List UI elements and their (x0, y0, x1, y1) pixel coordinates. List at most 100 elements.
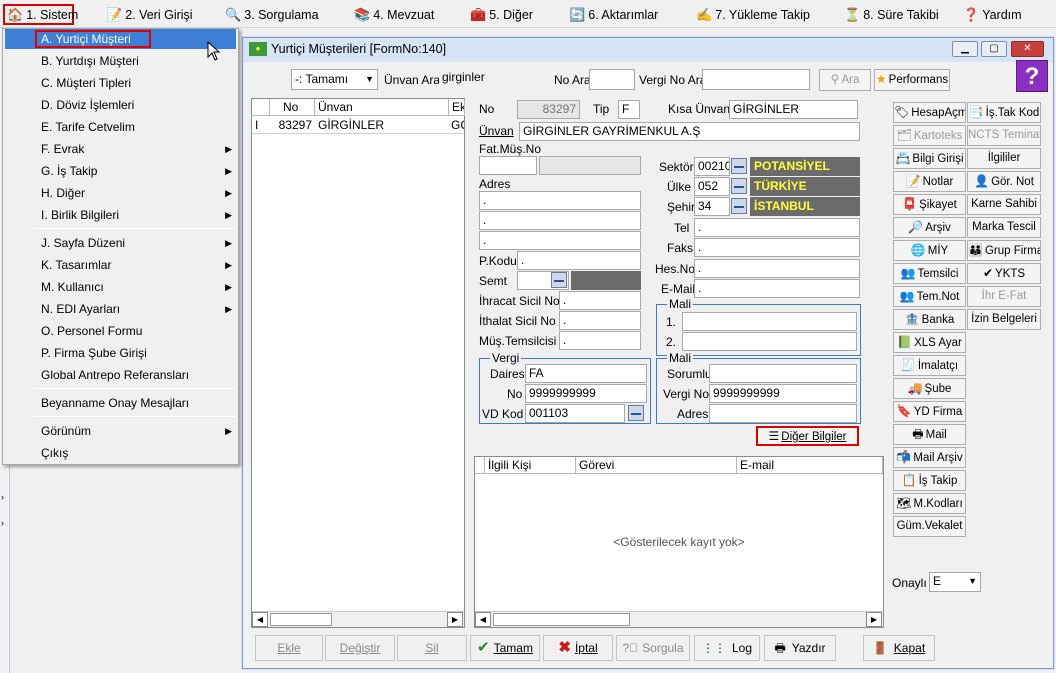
side-button-banka[interactable]: 🏦 Banka (893, 309, 966, 330)
scroll-thumb[interactable] (270, 613, 332, 626)
menu-item-sayfa-duzeni[interactable]: J. Sayfa Düzeni ▶ (5, 233, 236, 253)
menu-aktarimlar[interactable]: 🔄 6. Aktarımlar (569, 4, 658, 25)
menu-sure-takibi[interactable]: ⏳ 8. Süre Takibi (844, 4, 939, 25)
add-button[interactable]: Ekle (255, 635, 323, 661)
scroll-left-icon[interactable]: ◀ (475, 612, 491, 627)
maximize-button[interactable]: ▢ (981, 41, 1007, 57)
tax-no-field[interactable]: 9999999999 (525, 384, 647, 403)
side-button-şube[interactable]: 🚚 Şube (893, 378, 966, 399)
side-button-güm-vekalet[interactable]: Güm.Vekalet (893, 516, 966, 537)
menu-item-yurtdisi-musteri[interactable]: B. Yurtdışı Müşteri (5, 51, 236, 71)
edit-button[interactable]: Değiştir (325, 635, 395, 661)
cancel-button[interactable]: ✖ İptal (543, 635, 613, 661)
search-button[interactable]: ⚲ Ara (819, 69, 871, 91)
log-button[interactable]: ⋮⋮ Log (694, 635, 760, 661)
menu-item-kullanici[interactable]: M. Kullanıcı ▶ (5, 277, 236, 297)
mali-line-1-field[interactable] (682, 312, 857, 331)
title-field[interactable]: GİRGİNLER GAYRİMENKUL A.Ş (519, 122, 860, 141)
side-button-temsilci[interactable]: 👥 Temsilci (893, 263, 966, 284)
list-header-no[interactable]: No (270, 99, 315, 116)
no-search-input[interactable] (589, 69, 635, 90)
menu-item-gorunum[interactable]: Görünüm ▶ (5, 421, 236, 441)
side-button-i-malatçı[interactable]: 🧾 İmalatçı (893, 355, 966, 376)
side-button-arşiv[interactable]: 🔎 Arşiv (893, 217, 966, 238)
close-window-button[interactable]: ✕ (1011, 41, 1044, 57)
help-question-icon[interactable]: ? (1016, 60, 1048, 92)
side-button-i-ş-tak-kod[interactable]: 📑 İş.Tak Kod (967, 102, 1041, 123)
side-button-mi-y[interactable]: 🌐 MİY (893, 240, 966, 261)
other-info-button[interactable]: ☰ Diğer Bilgiler (756, 426, 859, 446)
fax-field[interactable]: . (694, 238, 860, 257)
name-search-input[interactable]: girginler (439, 69, 547, 90)
side-button-marka-tescil[interactable]: Marka Tescil (967, 217, 1041, 238)
side-button-xls-ayar[interactable]: 📗 XLS Ayar (893, 332, 966, 353)
menu-mevzuat[interactable]: 📚 4. Mevzuat (354, 4, 434, 25)
address-line-3[interactable]: . (479, 231, 641, 250)
menu-item-doviz-islemleri[interactable]: D. Döviz İşlemleri (5, 95, 236, 115)
menu-item-is-takip[interactable]: G. İş Takip ▶ (5, 161, 236, 181)
menu-yukleme-takip[interactable]: ✍ 7. Yükleme Takip (696, 4, 810, 25)
side-button-karne-sahibi[interactable]: Karne Sahibi (967, 194, 1041, 215)
side-button-yd-firma[interactable]: 🔖 YD Firma (893, 401, 966, 422)
contacts-hscrollbar[interactable]: ◀ ▶ (475, 611, 883, 627)
menu-veri-girisi[interactable]: 📝 2. Veri Girişi (106, 4, 193, 25)
tax-office-field[interactable]: FA (525, 364, 647, 383)
postal-field[interactable]: . (517, 251, 641, 270)
table-row[interactable]: I 83297 GİRGİNLER GC (252, 117, 464, 134)
side-button-mail[interactable]: 🖶 Mail (893, 424, 966, 445)
tax-code-field[interactable]: 001103 (525, 404, 625, 423)
side-button-i-lgililer[interactable]: İlgililer (967, 148, 1041, 169)
menu-item-musteri-tipleri[interactable]: C. Müşteri Tipleri (5, 73, 236, 93)
side-button-gör-not[interactable]: 👤 Gör. Not (967, 171, 1041, 192)
side-button-bilgi-girişi[interactable]: 📇 Bilgi Girişi (893, 148, 966, 169)
side-button-mail-arşiv[interactable]: 📬 Mail Arşiv (893, 447, 966, 468)
rep-field[interactable]: . (559, 331, 641, 350)
menu-item-birlik-bilgileri[interactable]: I. Birlik Bilgileri ▶ (5, 205, 236, 225)
menu-item-beyanname-onay[interactable]: Beyanname Onay Mesajları (5, 393, 236, 413)
menu-sorgulama[interactable]: 🔍 3. Sorgulama (225, 4, 319, 25)
menu-diger[interactable]: 🧰 5. Diğer (470, 4, 533, 25)
side-button-ykts[interactable]: ✔ YKTS (967, 263, 1041, 284)
menu-item-tasarimlar[interactable]: K. Tasarımlar ▶ (5, 255, 236, 275)
address-line-1[interactable]: . (479, 191, 641, 210)
side-button-grup-firma[interactable]: 👪 Grup Firma (967, 240, 1041, 261)
fat-no-field[interactable] (479, 156, 537, 175)
side-button-hesapaçm[interactable]: 🏷 HesapAçm (893, 102, 966, 123)
approved-select[interactable]: E ▼ (929, 572, 981, 592)
side-button-kartoteks[interactable]: 🗂 Kartoteks (893, 125, 966, 146)
print-button[interactable]: 🖶 Yazdır (764, 635, 836, 661)
list-hscrollbar[interactable]: ◀ ▶ (252, 611, 464, 627)
email-field[interactable]: . (694, 279, 860, 298)
city-code-field[interactable]: 34 (694, 197, 730, 216)
short-title-field[interactable]: GİRGİNLER (729, 100, 858, 119)
side-button-i-hr-e-fat[interactable]: İhr E-Fat (967, 286, 1041, 307)
side-button-şikayet[interactable]: 📮 Şikayet (893, 194, 966, 215)
menu-item-firma-sube-girisi[interactable]: P. Firma Şube Girişi (5, 343, 236, 363)
export-field[interactable]: . (559, 291, 641, 310)
import-field[interactable]: . (559, 311, 641, 330)
scroll-thumb[interactable] (493, 613, 630, 626)
mali-tax-no-field[interactable]: 9999999999 (709, 384, 857, 403)
scroll-left-icon[interactable]: ◀ (252, 612, 268, 627)
menu-item-cikis[interactable]: Çıkış (5, 443, 236, 463)
menu-item-diger[interactable]: H. Diğer ▶ (5, 183, 236, 203)
address-line-2[interactable]: . (479, 211, 641, 230)
side-button-m-kodları[interactable]: 🗺 M.Kodları (893, 493, 966, 514)
side-button-ncts-teminat[interactable]: NCTS Teminat (967, 125, 1041, 146)
menu-item-tarife-cetvelim[interactable]: E. Tarife Cetvelim (5, 117, 236, 137)
account-field[interactable]: . (694, 259, 860, 278)
country-code-field[interactable]: 052 (694, 177, 730, 196)
tip-field[interactable]: F (618, 100, 640, 119)
mali-line-2-field[interactable] (682, 332, 857, 351)
side-button-i-ş-takip[interactable]: 📋 İş Takip (893, 470, 966, 491)
minimize-button[interactable]: ▁ (952, 41, 978, 57)
mali-address-field[interactable] (709, 404, 857, 423)
contacts-header-role[interactable]: Görevi (576, 457, 737, 474)
menu-sistem[interactable]: 🏠 1. Sistem (3, 4, 78, 25)
menu-yardim[interactable]: ❓ Yardım (963, 4, 1022, 25)
menu-item-edi-ayarlari[interactable]: N. EDI Ayarları ▶ (5, 299, 236, 319)
tax-code-lookup-icon[interactable] (628, 405, 644, 421)
filter-select[interactable]: -: Tamamı ▼ (291, 69, 378, 90)
district-lookup-icon[interactable] (551, 272, 567, 288)
menu-item-evrak[interactable]: F. Evrak ▶ (5, 139, 236, 159)
